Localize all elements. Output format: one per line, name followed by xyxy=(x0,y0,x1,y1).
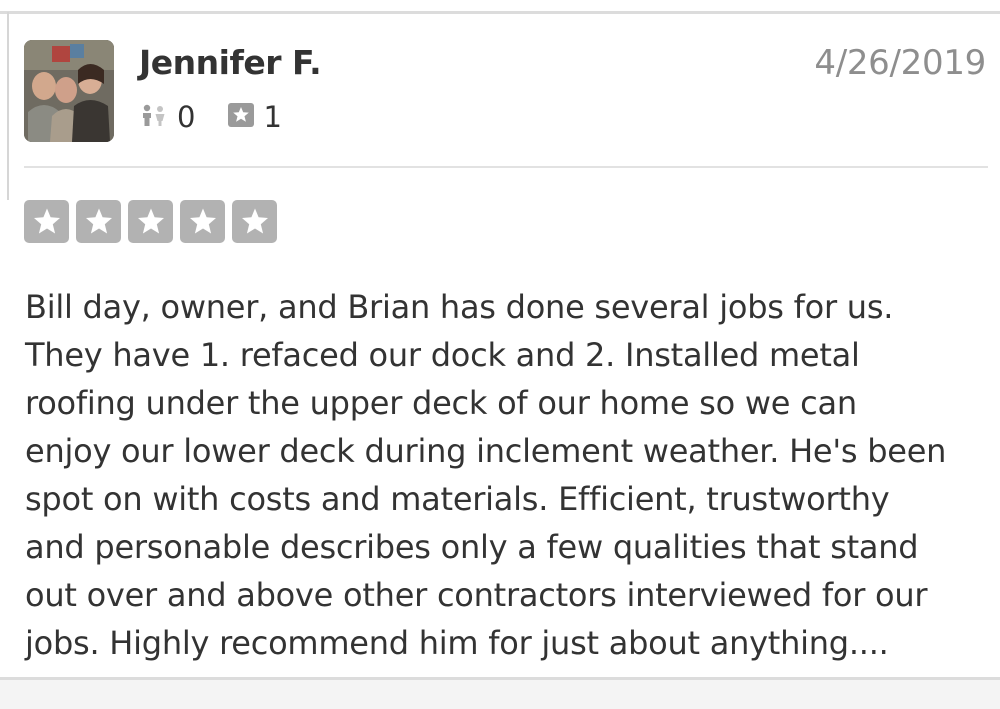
star-icon xyxy=(189,208,216,234)
header-divider xyxy=(24,166,988,168)
rating-star-3 xyxy=(128,200,173,243)
reviewer-stats: 0 1 xyxy=(140,100,282,134)
rating-star-5 xyxy=(232,200,277,243)
star-icon xyxy=(137,208,164,234)
reviewer-name[interactable]: Jennifer F. xyxy=(139,44,322,82)
reviews-count: 1 xyxy=(263,100,282,134)
next-card-edge xyxy=(0,680,1000,709)
review-date: 4/26/2019 xyxy=(814,43,986,83)
star-icon xyxy=(85,208,112,234)
review-page: Jennifer F. 4/26/2019 0 1 Bill day, owne… xyxy=(0,0,1000,709)
rating-star-1 xyxy=(24,200,69,243)
star-icon xyxy=(241,208,268,234)
friends-icon xyxy=(140,103,168,131)
rating-star-2 xyxy=(76,200,121,243)
rating-star-4 xyxy=(180,200,225,243)
star-rating xyxy=(24,200,284,243)
star-icon xyxy=(33,208,60,234)
friends-count: 0 xyxy=(177,100,196,134)
review-card: Jennifer F. 4/26/2019 0 1 Bill day, owne… xyxy=(0,14,1000,678)
review-text: Bill day, owner, and Brian has done seve… xyxy=(25,288,947,662)
reviewer-avatar[interactable] xyxy=(24,40,114,142)
review-star-icon xyxy=(228,103,255,131)
